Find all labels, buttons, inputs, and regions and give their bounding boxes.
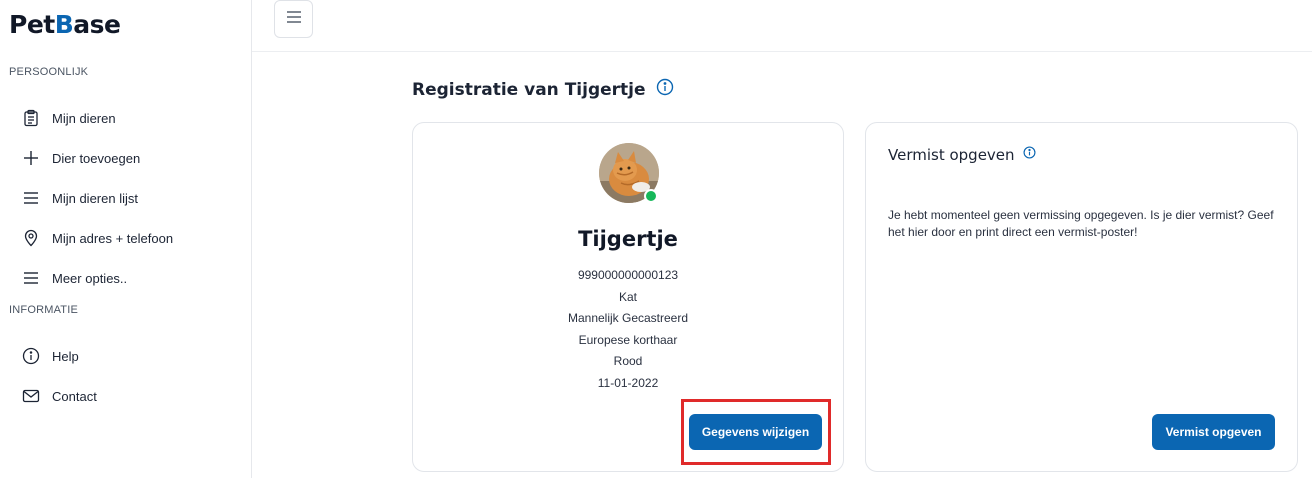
sidebar-item-help[interactable]: Help <box>20 344 79 368</box>
location-pin-icon <box>20 227 42 249</box>
menu-lines-icon <box>20 267 42 289</box>
pet-card: Tijgertje 999000000000123 Kat Mannelijk … <box>412 122 844 472</box>
section-label-personal: PERSOONLIJK <box>9 66 89 78</box>
petbase-logo[interactable]: PetBase <box>9 10 121 39</box>
sidebar-item-more-options[interactable]: Meer opties.. <box>20 266 127 290</box>
sidebar-item-my-pets[interactable]: Mijn dieren <box>20 106 116 130</box>
sidebar-item-label: Dier toevoegen <box>52 150 141 166</box>
logo-text-pet: Pet <box>9 10 55 39</box>
sidebar-item-label: Contact <box>52 388 97 404</box>
hamburger-icon <box>286 10 302 29</box>
online-status-dot <box>644 189 658 203</box>
pet-breed: Europese korthaar <box>578 333 678 347</box>
sidebar-item-contact[interactable]: Contact <box>20 384 97 408</box>
info-circle-icon <box>20 345 42 367</box>
plus-icon <box>20 147 42 169</box>
clipboard-icon <box>20 107 42 129</box>
sidebar-item-label: Meer opties.. <box>52 270 128 286</box>
pet-birth-date: 11-01-2022 <box>597 376 659 390</box>
logo-text-ase: ase <box>73 10 121 39</box>
sidebar-item-label: Mijn dieren <box>52 110 116 126</box>
pet-gender: Mannelijk Gecastreerd <box>567 311 689 325</box>
report-missing-title: Vermist opgeven <box>888 146 1036 164</box>
envelope-icon <box>20 385 42 407</box>
report-missing-card: Vermist opgeven Je hebt momenteel geen v… <box>865 122 1298 472</box>
list-icon <box>20 187 42 209</box>
report-missing-button[interactable]: Vermist opgeven <box>1152 414 1275 450</box>
edit-details-button[interactable]: Gegevens wijzigen <box>689 414 822 450</box>
sidebar: PetBase PERSOONLIJK Mijn dieren Dier toe… <box>0 0 252 478</box>
pet-name: Tijgertje <box>578 227 678 251</box>
sidebar-item-address-phone[interactable]: Mijn adres + telefoon <box>20 226 173 250</box>
sidebar-item-pets-list[interactable]: Mijn dieren lijst <box>20 186 138 210</box>
sidebar-item-label: Mijn dieren lijst <box>52 190 138 206</box>
sidebar-item-label: Help <box>52 348 79 364</box>
sidebar-item-add-pet[interactable]: Dier toevoegen <box>20 146 140 170</box>
logo-text-b: B <box>54 10 74 39</box>
page-title: Registratie van Tijgertje <box>412 78 674 101</box>
section-label-info: INFORMATIE <box>9 304 79 316</box>
report-missing-description: Je hebt momenteel geen vermissing opgege… <box>888 208 1274 239</box>
top-bar <box>252 0 1312 52</box>
menu-toggle-button[interactable] <box>274 0 313 38</box>
pet-species: Kat <box>618 290 637 304</box>
report-missing-title-text: Vermist opgeven <box>888 146 1015 164</box>
pet-chip-number: 999000000000123 <box>577 268 679 282</box>
sidebar-item-label: Mijn adres + telefoon <box>52 230 174 246</box>
info-icon[interactable] <box>656 78 674 101</box>
page-title-text: Registratie van Tijgertje <box>412 79 646 100</box>
pet-color: Rood <box>613 354 643 368</box>
info-icon[interactable] <box>1023 146 1036 164</box>
